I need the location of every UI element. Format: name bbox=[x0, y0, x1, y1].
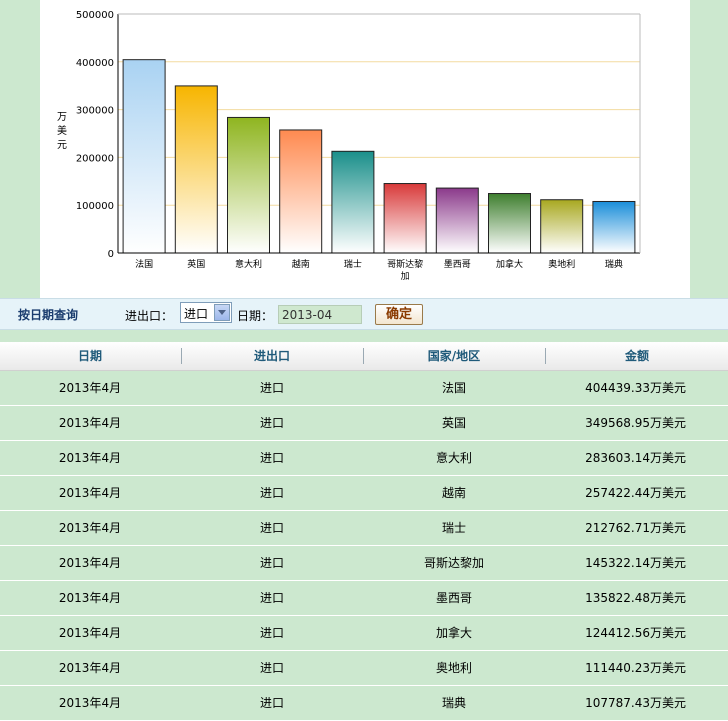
bar bbox=[174, 85, 218, 254]
y-axis-label: 万 bbox=[57, 112, 67, 123]
table-row: 2013年4月 进口 越南 257422.44万美元 bbox=[0, 475, 728, 511]
cell-import-export: 进口 bbox=[259, 451, 284, 465]
cell-date: 2013年4月 bbox=[58, 381, 122, 395]
import-export-select[interactable]: 进口 bbox=[180, 302, 232, 323]
bar bbox=[592, 200, 636, 254]
cell-date: 2013年4月 bbox=[58, 521, 122, 535]
column-header-date[interactable]: 日期 bbox=[0, 342, 180, 370]
cell-date: 2013年4月 bbox=[58, 486, 122, 500]
cell-date: 2013年4月 bbox=[58, 416, 122, 430]
bar bbox=[435, 187, 479, 254]
cell-country: 哥斯达黎加 bbox=[423, 556, 484, 570]
bar bbox=[540, 199, 584, 254]
table-row: 2013年4月 进口 意大利 283603.14万美元 bbox=[0, 440, 728, 476]
table-row: 2013年4月 进口 瑞典 107787.43万美元 bbox=[0, 685, 728, 721]
cell-amount: 124412.56万美元 bbox=[585, 626, 686, 640]
dropdown-arrow-icon[interactable] bbox=[214, 304, 230, 321]
x-category-label: 加 bbox=[401, 271, 410, 282]
y-axis-label: 美 bbox=[57, 124, 67, 137]
bar bbox=[331, 150, 375, 254]
cell-country: 墨西哥 bbox=[435, 591, 472, 605]
cell-country: 瑞典 bbox=[441, 696, 466, 710]
y-tick-label: 0 bbox=[108, 249, 114, 260]
cell-country: 奥地利 bbox=[435, 661, 472, 675]
cell-amount: 349568.95万美元 bbox=[585, 416, 686, 430]
x-category-label: 英国 bbox=[187, 258, 205, 270]
cell-import-export: 进口 bbox=[259, 556, 284, 570]
x-category-label: 瑞典 bbox=[605, 258, 623, 270]
import-export-label: 进出口： bbox=[125, 309, 174, 323]
cell-date: 2013年4月 bbox=[58, 556, 122, 570]
confirm-button[interactable]: 确定 bbox=[375, 304, 423, 325]
table-row: 2013年4月 进口 英国 349568.95万美元 bbox=[0, 405, 728, 441]
cell-country: 法国 bbox=[441, 381, 466, 395]
table-row: 2013年4月 进口 哥斯达黎加 145322.14万美元 bbox=[0, 545, 728, 581]
cell-import-export: 进口 bbox=[259, 381, 284, 395]
x-category-label: 瑞士 bbox=[344, 258, 362, 270]
cell-amount: 135822.48万美元 bbox=[585, 591, 686, 605]
table-row: 2013年4月 进口 奥地利 111440.23万美元 bbox=[0, 650, 728, 686]
bar bbox=[488, 193, 531, 254]
cell-country: 加拿大 bbox=[435, 626, 472, 640]
cell-amount: 145322.14万美元 bbox=[585, 556, 686, 570]
cell-import-export: 进口 bbox=[259, 521, 284, 535]
cell-amount: 257422.44万美元 bbox=[585, 486, 686, 500]
bar bbox=[227, 116, 270, 254]
x-category-label: 加拿大 bbox=[496, 258, 523, 270]
import-export-selected-value: 进口 bbox=[184, 307, 209, 321]
cell-country: 越南 bbox=[441, 486, 466, 500]
date-label: 日期： bbox=[237, 309, 274, 323]
table-row: 2013年4月 进口 加拿大 124412.56万美元 bbox=[0, 615, 728, 651]
cell-import-export: 进口 bbox=[259, 416, 284, 430]
x-category-label: 哥斯达黎 bbox=[387, 258, 423, 270]
query-by-date-title: 按日期查询 bbox=[18, 308, 79, 322]
cell-country: 意大利 bbox=[435, 451, 472, 465]
cell-country: 英国 bbox=[441, 416, 466, 430]
cell-amount: 283603.14万美元 bbox=[585, 451, 686, 465]
y-tick-label: 400000 bbox=[76, 58, 114, 69]
x-category-label: 墨西哥 bbox=[444, 259, 471, 270]
table-row: 2013年4月 进口 法国 404439.33万美元 bbox=[0, 370, 728, 406]
chart-panel: 0 100000 200000 300000 400000 500000 万美元法国 英国 意大… bbox=[40, 0, 690, 298]
cell-import-export: 进口 bbox=[259, 661, 284, 675]
x-category-label: 奥地利 bbox=[548, 258, 575, 270]
x-category-label: 越南 bbox=[292, 258, 310, 270]
bar bbox=[122, 59, 166, 254]
cell-amount: 111440.23万美元 bbox=[585, 661, 686, 675]
cell-import-export: 进口 bbox=[259, 626, 284, 640]
y-tick-label: 500000 bbox=[76, 10, 114, 21]
x-category-label: 法国 bbox=[135, 258, 153, 270]
cell-amount: 107787.43万美元 bbox=[585, 696, 686, 710]
bar bbox=[279, 129, 323, 254]
bar-chart: 0 100000 200000 300000 400000 500000 万美元法国 英国 意大… bbox=[57, 10, 641, 282]
column-header-amount[interactable]: 金额 bbox=[546, 342, 728, 370]
cell-amount: 212762.71万美元 bbox=[585, 521, 686, 535]
cell-date: 2013年4月 bbox=[58, 451, 122, 465]
y-tick-label: 200000 bbox=[76, 153, 114, 164]
y-tick-label: 100000 bbox=[76, 201, 114, 212]
column-header-import-export[interactable]: 进出口 bbox=[182, 342, 362, 370]
date-input[interactable] bbox=[278, 305, 362, 324]
cell-import-export: 进口 bbox=[259, 486, 284, 500]
bar bbox=[383, 183, 427, 254]
cell-country: 瑞士 bbox=[441, 521, 466, 535]
table-row: 2013年4月 进口 瑞士 212762.71万美元 bbox=[0, 510, 728, 546]
x-category-label: 意大利 bbox=[235, 258, 262, 270]
column-header-country[interactable]: 国家/地区 bbox=[364, 342, 544, 370]
cell-import-export: 进口 bbox=[259, 591, 284, 605]
cell-import-export: 进口 bbox=[259, 696, 284, 710]
y-axis-label: 元 bbox=[57, 140, 67, 151]
table-row: 2013年4月 进口 墨西哥 135822.48万美元 bbox=[0, 580, 728, 616]
cell-date: 2013年4月 bbox=[58, 661, 122, 675]
table-header: 日期 进出口 国家/地区 金额 bbox=[0, 342, 728, 371]
cell-date: 2013年4月 bbox=[58, 591, 122, 605]
cell-amount: 404439.33万美元 bbox=[585, 381, 686, 395]
cell-date: 2013年4月 bbox=[58, 626, 122, 640]
y-tick-label: 300000 bbox=[76, 106, 114, 117]
query-bar: 按日期查询 进出口： 进口 日期： 确定 bbox=[0, 298, 728, 330]
cell-date: 2013年4月 bbox=[58, 696, 122, 710]
